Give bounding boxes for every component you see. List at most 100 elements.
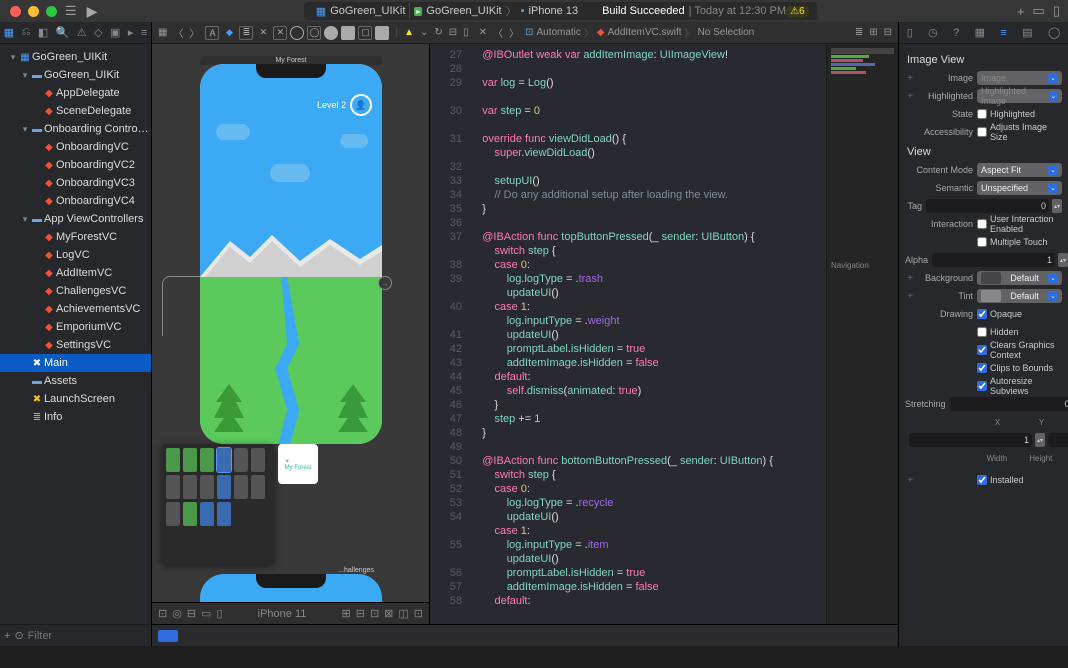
tree-file[interactable]: ◆SettingsVC bbox=[0, 336, 151, 354]
stretch-w-field[interactable] bbox=[909, 433, 1032, 447]
background-dropdown[interactable]: Default⌄ bbox=[977, 271, 1062, 285]
installed-check[interactable]: Installed bbox=[977, 475, 1024, 485]
ji1[interactable]: A bbox=[205, 26, 219, 40]
source-control-tab[interactable]: ⎌ bbox=[22, 26, 31, 39]
tree-file[interactable]: ◆AddItemVC bbox=[0, 264, 151, 282]
zoom-window[interactable] bbox=[46, 6, 57, 17]
cf-icon[interactable]: ⊡ bbox=[158, 607, 167, 620]
stepper[interactable]: ▴▾ bbox=[1052, 199, 1062, 213]
forward-button[interactable]: 〉 bbox=[189, 25, 199, 40]
tree-file[interactable]: ◆ChallengesVC bbox=[0, 282, 151, 300]
contentmode-dropdown[interactable]: Aspect Fit⌄ bbox=[977, 163, 1062, 177]
history-insp-tab[interactable]: ◷ bbox=[928, 26, 938, 39]
tree-file[interactable]: ▬Assets bbox=[0, 372, 151, 390]
attributes-insp-tab[interactable]: ≡ bbox=[1000, 27, 1006, 39]
stepper[interactable]: ▴▾ bbox=[1035, 433, 1045, 447]
cf-icon[interactable]: ⊟ bbox=[356, 607, 365, 620]
stretch-h-field[interactable] bbox=[1048, 433, 1068, 447]
interaction-check[interactable]: User Interaction Enabled bbox=[977, 214, 1062, 234]
canvas-device[interactable]: iPhone 11 bbox=[229, 608, 336, 620]
opaque-check[interactable]: Opaque bbox=[977, 309, 1022, 319]
add-editor-button[interactable]: + bbox=[1017, 4, 1025, 19]
cf-icon[interactable]: ▯ bbox=[216, 607, 222, 620]
ji10[interactable]: ▢ bbox=[358, 26, 372, 40]
minimize-window[interactable] bbox=[28, 6, 39, 17]
debug-tab[interactable]: ▣ bbox=[110, 26, 120, 39]
tag-field[interactable] bbox=[926, 199, 1049, 213]
close-window[interactable] bbox=[10, 6, 21, 17]
avatar-icon[interactable]: 👤 bbox=[350, 94, 372, 116]
cf-icon[interactable]: ⊡ bbox=[370, 607, 379, 620]
help-insp-tab[interactable]: ? bbox=[953, 27, 959, 39]
semantic-dropdown[interactable]: Unspecified⌄ bbox=[977, 181, 1062, 195]
add-icon[interactable]: + bbox=[905, 273, 915, 284]
run-button[interactable]: ▶ bbox=[87, 3, 98, 20]
size-insp-tab[interactable]: ▤ bbox=[1022, 26, 1032, 39]
source-editor[interactable]: 2728293031323334353637383940414243444546… bbox=[430, 44, 898, 624]
activity-bar[interactable]: ▦GoGreen_UIKit ▸GoGreen_UIKit〉▪iPhone 13… bbox=[304, 2, 817, 20]
connections-insp-tab[interactable]: ◯ bbox=[1048, 26, 1060, 39]
report-tab[interactable]: ≡ bbox=[141, 27, 147, 39]
filter-input[interactable] bbox=[28, 630, 170, 642]
add-icon[interactable]: + bbox=[905, 475, 915, 486]
warning-badge[interactable]: ⚠6 bbox=[786, 6, 809, 17]
symbol-tab[interactable]: ◧ bbox=[38, 26, 48, 39]
autoresize-check[interactable]: Autoresize Subviews bbox=[977, 376, 1062, 396]
jump-more[interactable]: ⌄ bbox=[420, 27, 428, 38]
tree-file[interactable]: ◆OnboardingVC3 bbox=[0, 174, 151, 192]
fwd-icon[interactable]: 〉 bbox=[509, 25, 519, 40]
minimap[interactable]: Navigation bbox=[826, 44, 898, 624]
add-icon[interactable]: + bbox=[905, 291, 915, 302]
ji9[interactable]: ▬ bbox=[341, 26, 355, 40]
cf-icon[interactable]: ▭ bbox=[201, 607, 211, 620]
debug-indicator[interactable] bbox=[158, 630, 178, 642]
accessibility-check[interactable]: Adjusts Image Size bbox=[977, 122, 1062, 142]
hidden-check[interactable]: Hidden bbox=[977, 327, 1019, 337]
breakpoint-tab[interactable]: ▸ bbox=[128, 26, 134, 39]
tree-file[interactable]: ◆LogVC bbox=[0, 246, 151, 264]
tree-file[interactable]: ≣Info bbox=[0, 408, 151, 426]
editor-options-icon[interactable]: ≣ bbox=[855, 27, 863, 38]
back-icon[interactable]: 〈 bbox=[493, 25, 503, 40]
state-check[interactable]: Highlighted bbox=[977, 109, 1035, 119]
cf-icon[interactable]: ⊟ bbox=[187, 607, 196, 620]
ji5[interactable]: ✕ bbox=[273, 26, 287, 40]
ji4[interactable]: ✕ bbox=[256, 26, 270, 40]
file-insp-tab[interactable]: ▯ bbox=[907, 26, 913, 39]
tree-file[interactable]: ◆OnboardingVC2 bbox=[0, 156, 151, 174]
ji7[interactable]: ◯ bbox=[307, 26, 321, 40]
interface-builder-canvas[interactable]: My Forest Level 2👤 bbox=[152, 44, 430, 624]
tree-file[interactable]: ✖LaunchScreen bbox=[0, 390, 151, 408]
close-editor[interactable]: ✕ bbox=[479, 27, 487, 38]
stepper[interactable]: ▴▾ bbox=[1058, 253, 1068, 267]
jump-loop[interactable]: ↻ bbox=[434, 27, 442, 38]
jump-split[interactable]: ▯ bbox=[463, 27, 469, 38]
file-tree[interactable]: ▾▦GoGreen_UIKit ▾▬GoGreen_UIKit ◆AppDele… bbox=[0, 44, 151, 624]
stretch-x-field[interactable] bbox=[950, 397, 1068, 411]
tree-file[interactable]: ◆AchievementsVC bbox=[0, 300, 151, 318]
inspector-toggle-icon[interactable]: ▯ bbox=[1053, 3, 1060, 19]
cf-icon[interactable]: ◫ bbox=[398, 607, 408, 620]
cf-icon[interactable]: ◎ bbox=[172, 607, 182, 620]
color-well[interactable] bbox=[981, 272, 1001, 284]
segue-handle[interactable]: → bbox=[378, 276, 392, 290]
warn-icon[interactable]: ▲ bbox=[404, 27, 414, 38]
add-file-icon[interactable]: + bbox=[4, 630, 10, 642]
tree-folder[interactable]: ▾▬App ViewControllers bbox=[0, 210, 151, 228]
breadcrumb[interactable]: ⊡Automatic 〉◆AddItemVC.swift 〉No Selecti… bbox=[525, 25, 754, 40]
ji2[interactable]: ◆ bbox=[222, 26, 236, 40]
add-icon[interactable]: + bbox=[905, 91, 915, 102]
cf-icon[interactable]: ⊞ bbox=[342, 607, 351, 620]
tree-folder[interactable]: ▾▬Onboarding Controllers bbox=[0, 120, 151, 138]
multitouch-check[interactable]: Multiple Touch bbox=[977, 237, 1047, 247]
related-items-icon[interactable]: ▦ bbox=[158, 27, 167, 38]
ji11[interactable]: ▬ bbox=[375, 26, 389, 40]
filter-icon[interactable]: ⊙ bbox=[14, 629, 23, 642]
ji8[interactable] bbox=[324, 26, 338, 40]
tree-file[interactable]: ◆OnboardingVC bbox=[0, 138, 151, 156]
project-navigator-tab[interactable]: ▦ bbox=[4, 26, 14, 39]
identity-insp-tab[interactable]: ▦ bbox=[975, 26, 985, 39]
tree-folder[interactable]: ▾▬GoGreen_UIKit bbox=[0, 66, 151, 84]
tree-file[interactable]: ◆MyForestVC bbox=[0, 228, 151, 246]
storyboard-overview[interactable] bbox=[162, 444, 274, 564]
